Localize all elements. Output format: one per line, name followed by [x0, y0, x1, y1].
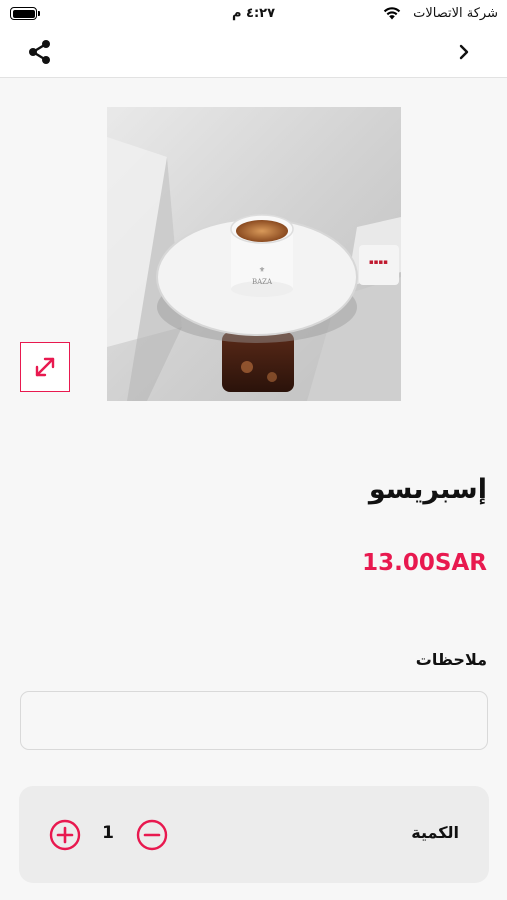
quantity-value: 1: [102, 823, 114, 843]
espresso-cup-photo: ▪▪▪▪ ⚜ BAZA: [107, 107, 401, 401]
wifi-icon: [383, 7, 401, 20]
share-icon[interactable]: [26, 38, 54, 66]
navigation-bar: [0, 28, 507, 78]
svg-text:BAZA: BAZA: [252, 278, 273, 286]
chevron-right-icon[interactable]: [452, 40, 476, 64]
product-name: إسبريسو: [368, 474, 487, 505]
notes-input[interactable]: [20, 691, 488, 750]
svg-text:▪▪▪▪: ▪▪▪▪: [369, 258, 388, 266]
svg-text:⚜: ⚜: [259, 266, 265, 274]
product-price: 13.00SAR: [362, 550, 487, 576]
expand-image-button[interactable]: [20, 342, 70, 392]
quantity-label: الكمية: [411, 823, 459, 842]
status-bar: ٤:٢٧ م شركة الاتصالات: [0, 0, 507, 28]
expand-icon: [35, 357, 55, 377]
notes-label: ملاحظات: [415, 650, 487, 669]
plus-circle-icon[interactable]: [49, 819, 81, 851]
minus-circle-icon[interactable]: [136, 819, 168, 851]
product-image[interactable]: ▪▪▪▪ ⚜ BAZA: [107, 107, 401, 401]
carrier-name: شركة الاتصالات: [413, 6, 498, 21]
quantity-card: الكمية 1: [19, 786, 489, 883]
